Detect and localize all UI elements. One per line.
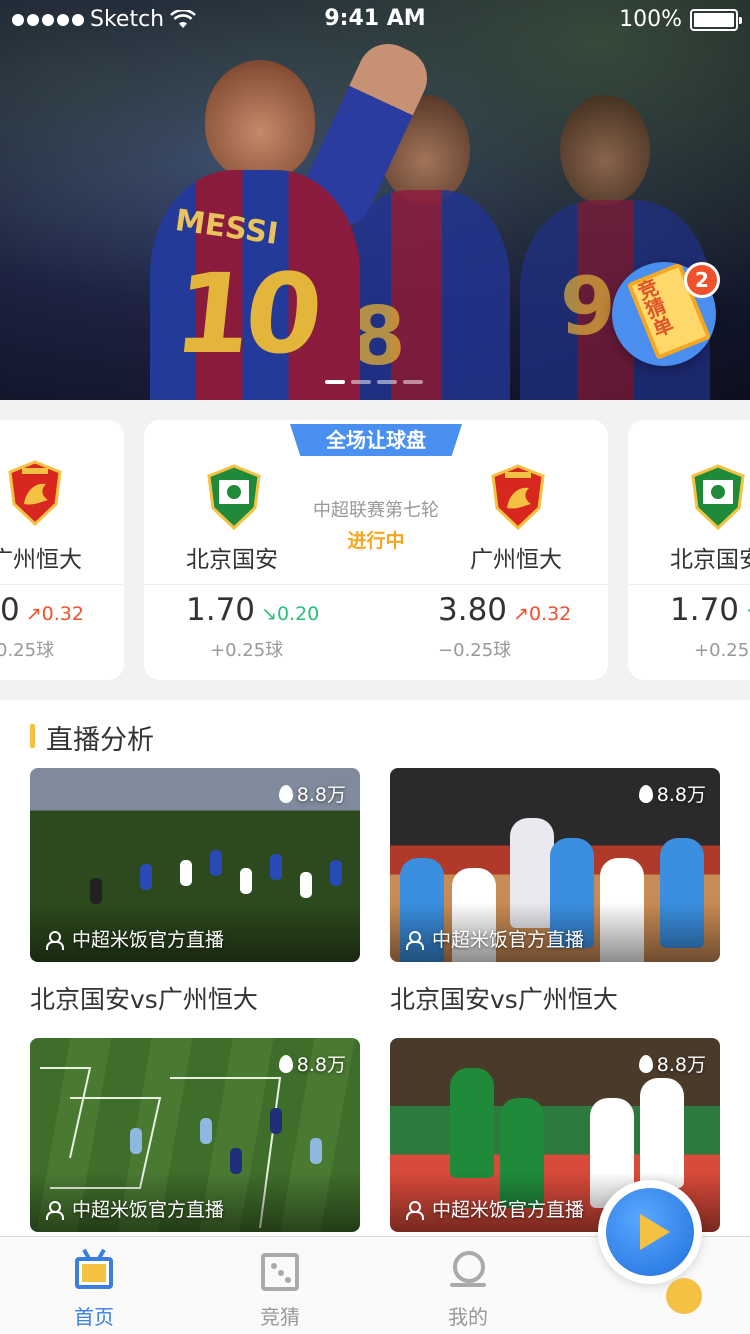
user-icon (46, 1200, 64, 1220)
odds-card[interactable]: 全场让球盘 北京国安 中超联赛第七轮 进行中 广州恒大 1.70 ↘0.20 +… (144, 420, 608, 680)
flame-icon (638, 784, 653, 803)
player-figure (270, 1108, 282, 1134)
odds-change: ↗0.32 (25, 603, 84, 625)
guangzhou-crest-icon (8, 460, 62, 526)
section-title: 直播分析 (30, 718, 154, 757)
live-stream-card[interactable]: 8.8万 中超米饭官方直播 (390, 768, 720, 962)
player-figure (210, 850, 222, 876)
banner-pager[interactable] (325, 380, 423, 384)
play-button-dot (666, 1278, 702, 1314)
tv-icon (75, 1257, 113, 1289)
user-icon (406, 930, 424, 950)
away-odds[interactable]: 3.80 ↗0.32 (438, 592, 571, 628)
status-bar: Sketch 9:41 AM 100% (0, 0, 750, 40)
handicap-label: +0.25球 (694, 640, 750, 661)
view-count: 8.8万 (278, 780, 346, 807)
guangzhou-crest-icon (491, 464, 545, 530)
home-odds-value: 1.70 (186, 592, 256, 628)
live-analysis-section: 直播分析 8.8万 中超米饭官方直播 北京国安vs广州恒大 8.8万 中超米饭官… (0, 700, 750, 1236)
away-handicap: −0.25球 (438, 640, 512, 661)
odds-value: 1.70 (670, 592, 740, 628)
player-figure (90, 878, 102, 904)
flame-icon (638, 1054, 653, 1073)
player-figure (180, 860, 192, 886)
battery-icon (690, 8, 742, 31)
home-odds[interactable]: 1.70 ↘0.20 (186, 592, 319, 628)
player-figure (230, 1148, 242, 1174)
pager-dot[interactable] (377, 380, 397, 384)
home-odds-change: ↘0.20 (261, 603, 320, 625)
dice-icon (261, 1253, 299, 1291)
player-figure (130, 1128, 142, 1154)
tab-predict[interactable]: 竞猜 (220, 1237, 340, 1334)
tab-home[interactable]: 首页 (34, 1237, 154, 1334)
card-divider (628, 584, 750, 585)
view-count: 8.8万 (638, 780, 706, 807)
tab-label: 首页 (74, 1305, 114, 1329)
player-figure (450, 1068, 494, 1178)
stream-title[interactable]: 北京国安vs广州恒大 (30, 980, 258, 1016)
play-icon (640, 1214, 670, 1250)
player-figure (330, 860, 342, 886)
view-count: 8.8万 (278, 1050, 346, 1077)
stream-source: 中超米饭官方直播 (406, 925, 584, 952)
tab-label: 竞猜 (260, 1305, 300, 1329)
pager-dot[interactable] (403, 380, 423, 384)
bet-slip-badge: 2 (684, 262, 720, 298)
status-bar-right: 100% (619, 7, 742, 32)
player-figure (140, 864, 152, 890)
player-figure (300, 872, 312, 898)
stream-source: 中超米饭官方直播 (46, 925, 224, 952)
banner-player-head (205, 60, 315, 180)
tab-label: 我的 (448, 1305, 488, 1329)
card-divider (0, 584, 124, 585)
player-figure (310, 1138, 322, 1164)
card-divider (144, 584, 608, 585)
odds-carousel[interactable]: 广州恒大 0 ↗0.32 0.25球 全场让球盘 北京国安 中超联赛第七轮 进行… (0, 400, 750, 700)
user-icon (46, 930, 64, 950)
live-play-button[interactable] (598, 1180, 702, 1284)
banner-player-3-head (560, 95, 650, 205)
player-figure (270, 854, 282, 880)
away-odds-value: 3.80 (438, 592, 508, 628)
odds-value-group[interactable]: 0 ↗0.32 (0, 592, 84, 628)
pager-dot[interactable] (325, 380, 345, 384)
stream-title[interactable]: 北京国安vs广州恒大 (390, 980, 618, 1016)
banner-player-number: 10 (168, 250, 323, 378)
tab-me[interactable]: 我的 (408, 1237, 528, 1334)
profile-icon (450, 1251, 486, 1293)
player-figure (240, 868, 252, 894)
battery-percent: 100% (619, 7, 682, 32)
banner-player-3-number: 9 (560, 260, 616, 353)
away-team-name: 广州恒大 (470, 547, 562, 573)
odds-value: 0 (0, 592, 20, 628)
live-stream-card[interactable]: 8.8万 中超米饭官方直播 (30, 768, 360, 962)
view-count: 8.8万 (638, 1050, 706, 1077)
play-button-circle (606, 1188, 694, 1276)
stream-source: 中超米饭官方直播 (46, 1195, 224, 1222)
odds-card-next[interactable]: 北京国安 1.70 ↘ +0.25球 (628, 420, 750, 680)
handicap-label: 0.25球 (0, 640, 55, 661)
team-name: 北京国安 (670, 547, 750, 573)
stream-source: 中超米饭官方直播 (406, 1195, 584, 1222)
player-figure (200, 1118, 212, 1144)
team-name: 广州恒大 (0, 547, 82, 573)
beijing-guoan-crest-icon (691, 464, 745, 530)
away-odds-change: ↗0.32 (513, 603, 572, 625)
user-icon (406, 1200, 424, 1220)
flame-icon (278, 1054, 293, 1073)
market-tag: 全场让球盘 (290, 424, 462, 456)
odds-card-prev[interactable]: 广州恒大 0 ↗0.32 0.25球 (0, 420, 124, 680)
home-handicap: +0.25球 (210, 640, 284, 661)
flame-icon (278, 784, 293, 803)
pager-dot[interactable] (351, 380, 371, 384)
odds-change-arrow: ↘ (745, 603, 750, 625)
odds-value-group[interactable]: 1.70 ↘ (670, 592, 750, 628)
live-stream-card[interactable]: 8.8万 中超米饭官方直播 (30, 1038, 360, 1232)
